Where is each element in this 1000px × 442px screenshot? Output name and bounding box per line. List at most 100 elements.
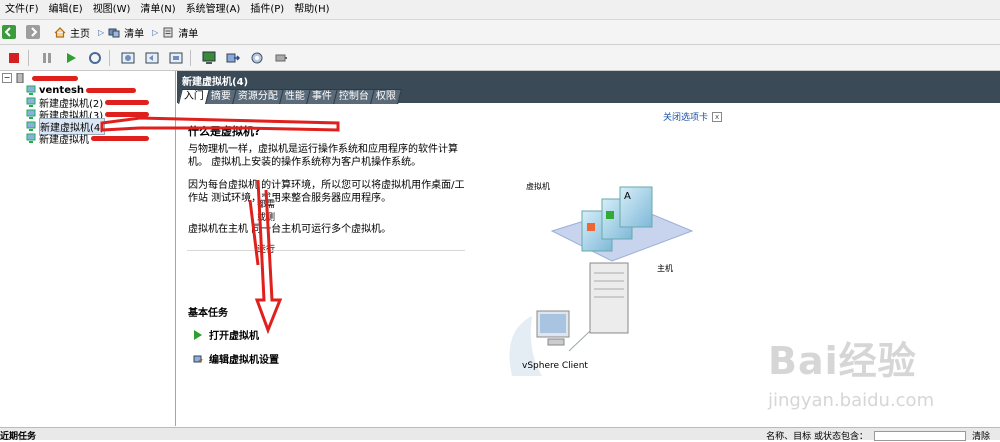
console-button[interactable] [201,50,217,66]
menu-view[interactable]: 视图(W) [88,0,136,19]
tree-item-vm[interactable]: 新建虚拟机 [26,132,149,146]
tooltip-fragment: 运行 [257,242,276,255]
collapse-icon[interactable]: − [2,73,12,83]
filter-label: 名称、目标 或状态包含： [766,432,868,442]
forward-button[interactable] [26,25,40,39]
pause-icon [43,52,51,63]
diagram-client-label: vSphere Client [522,361,588,371]
arrow-right-icon [31,27,38,37]
breadcrumb-home-label: 主页 [70,28,90,40]
reset-button[interactable] [87,50,103,66]
migrate-button[interactable] [225,50,241,66]
snapshot-icon [121,52,135,63]
power-off-button[interactable] [6,50,22,66]
task-label: 打开虚拟机 [209,331,259,342]
close-tab-label: 关闭选项卡 [663,113,709,123]
permissions-button[interactable] [273,50,289,66]
gear-icon [251,52,263,63]
console-icon [202,51,216,64]
play-icon [194,329,202,340]
vm-icon [26,109,36,119]
close-tab-link[interactable]: 关闭选项卡 x [663,110,723,123]
breadcrumb-inventory-vms[interactable]: ▷ 清单 [152,25,198,40]
vm-icon [26,121,36,131]
menu-help[interactable]: 帮助(H) [289,0,334,19]
redaction-mark [105,111,150,117]
edit-settings-icon [193,355,203,363]
inventory-tree: − ventesh 新建虚拟机(2) 新建虚拟机(3) 新建虚拟机(4) 新建虚… [0,71,176,426]
toolbar-separator [190,49,191,66]
menu-administration[interactable]: 系统管理(A) [181,0,246,19]
tooltip-fragment: 或测 [257,210,276,223]
redaction-mark [105,99,150,105]
recent-tasks-label: 近期任务 [0,432,37,442]
watermark-brand: Bai经验 [768,339,917,383]
status-bar: 近期任务 名称、目标 或状态包含： 清除 [0,427,1000,442]
settings-button[interactable] [249,50,265,66]
diagram-host-label: 主机 [657,264,673,273]
tooltip-fragment: 都需 [257,197,276,210]
home-icon [54,26,66,38]
basic-tasks-heading: 基本任务 [188,308,228,319]
play-icon [67,52,76,63]
tab-resource-allocation[interactable]: 资源分配 [232,89,284,104]
tab-strip: 入门 摘要 资源分配 性能 事件 控制台 权限 [178,89,402,104]
divider [187,250,465,251]
breadcrumb-inventory[interactable]: ▷ 清单 [98,25,144,40]
refresh-icon [89,51,101,64]
vm-icon [26,133,36,143]
diagram-vm-label: 虚拟机 [526,182,550,191]
redaction-mark [91,135,149,141]
chevron-right-icon: ▷ [152,27,159,37]
menu-plugins[interactable]: 插件(P) [245,0,289,19]
tab-console[interactable]: 控制台 [333,89,375,104]
task-label: 编辑虚拟机设置 [209,355,279,366]
task-filter: 名称、目标 或状态包含： 清除 [766,429,990,442]
power-on-task-link[interactable]: 打开虚拟机 [193,327,259,342]
back-button[interactable] [2,25,16,39]
tree-root-host[interactable]: − [2,72,78,84]
revert-snapshot-button[interactable] [144,50,160,66]
vm-list-icon [163,27,173,37]
host-icon [16,73,24,83]
watermark-url: jingyan.baidu.com [768,390,935,411]
host-paragraph: 虚拟机在主机 同一台主机可运行多个虚拟机。 [188,224,392,235]
menu-bar: 文件(F) 编辑(E) 视图(W) 清单(N) 系统管理(A) 插件(P) 帮助… [0,0,1000,20]
toolbar-separator [109,49,110,66]
vm-icon [26,85,36,95]
breadcrumb-inventory-vms-label: 清单 [178,28,199,40]
snapshot-manager-icon [169,52,183,63]
menu-file[interactable]: 文件(F) [0,0,44,19]
watermark: Bai经验 jingyan.baidu.com [768,330,998,430]
menu-edit[interactable]: 编辑(E) [44,0,88,19]
filter-input[interactable] [873,430,966,441]
pane-header: 新建虚拟机(4) 入门 摘要 资源分配 性能 事件 控制台 权限 [177,71,1000,104]
vm-icon [26,97,36,107]
redaction-mark [86,87,137,93]
tree-item-label: 新建虚拟机 [39,134,89,146]
migrate-icon [226,53,240,62]
menu-inventory[interactable]: 清单(N) [135,0,180,19]
toolbar-separator [28,49,29,66]
section-heading: 什么是虚拟机? [188,125,261,138]
key-icon [275,54,287,61]
intro-paragraph: 与物理机一样，虚拟机是运行操作系统和应用程序的软件计算机。 虚拟机上安装的操作系… [188,144,458,168]
power-on-button[interactable] [63,50,79,66]
close-icon[interactable]: x [712,111,723,122]
clear-button[interactable]: 清除 [972,429,990,442]
pane-title: 新建虚拟机(4) [182,77,249,88]
svg-text:A: A [624,191,631,202]
snapshot-manager-button[interactable] [168,50,184,66]
inventory-icon [108,28,120,37]
suspend-button[interactable] [39,50,55,66]
navigation-bar: 主页 ▷ 清单 ▷ 清单 [0,20,1000,45]
redaction-mark [32,75,78,81]
toolbar [0,45,1000,71]
edit-settings-task-link[interactable]: 编辑虚拟机设置 [193,351,279,366]
breadcrumb-home[interactable]: 主页 [54,25,90,40]
stop-icon [9,52,19,63]
tab-permissions[interactable]: 权限 [370,89,402,104]
usage-paragraph: 因为每台虚拟机 的计算环境，所以您可以将虚拟机用作桌面/工作站 测试环境，或用来… [188,180,465,204]
snapshot-button[interactable] [120,50,136,66]
chevron-right-icon: ▷ [98,27,105,37]
